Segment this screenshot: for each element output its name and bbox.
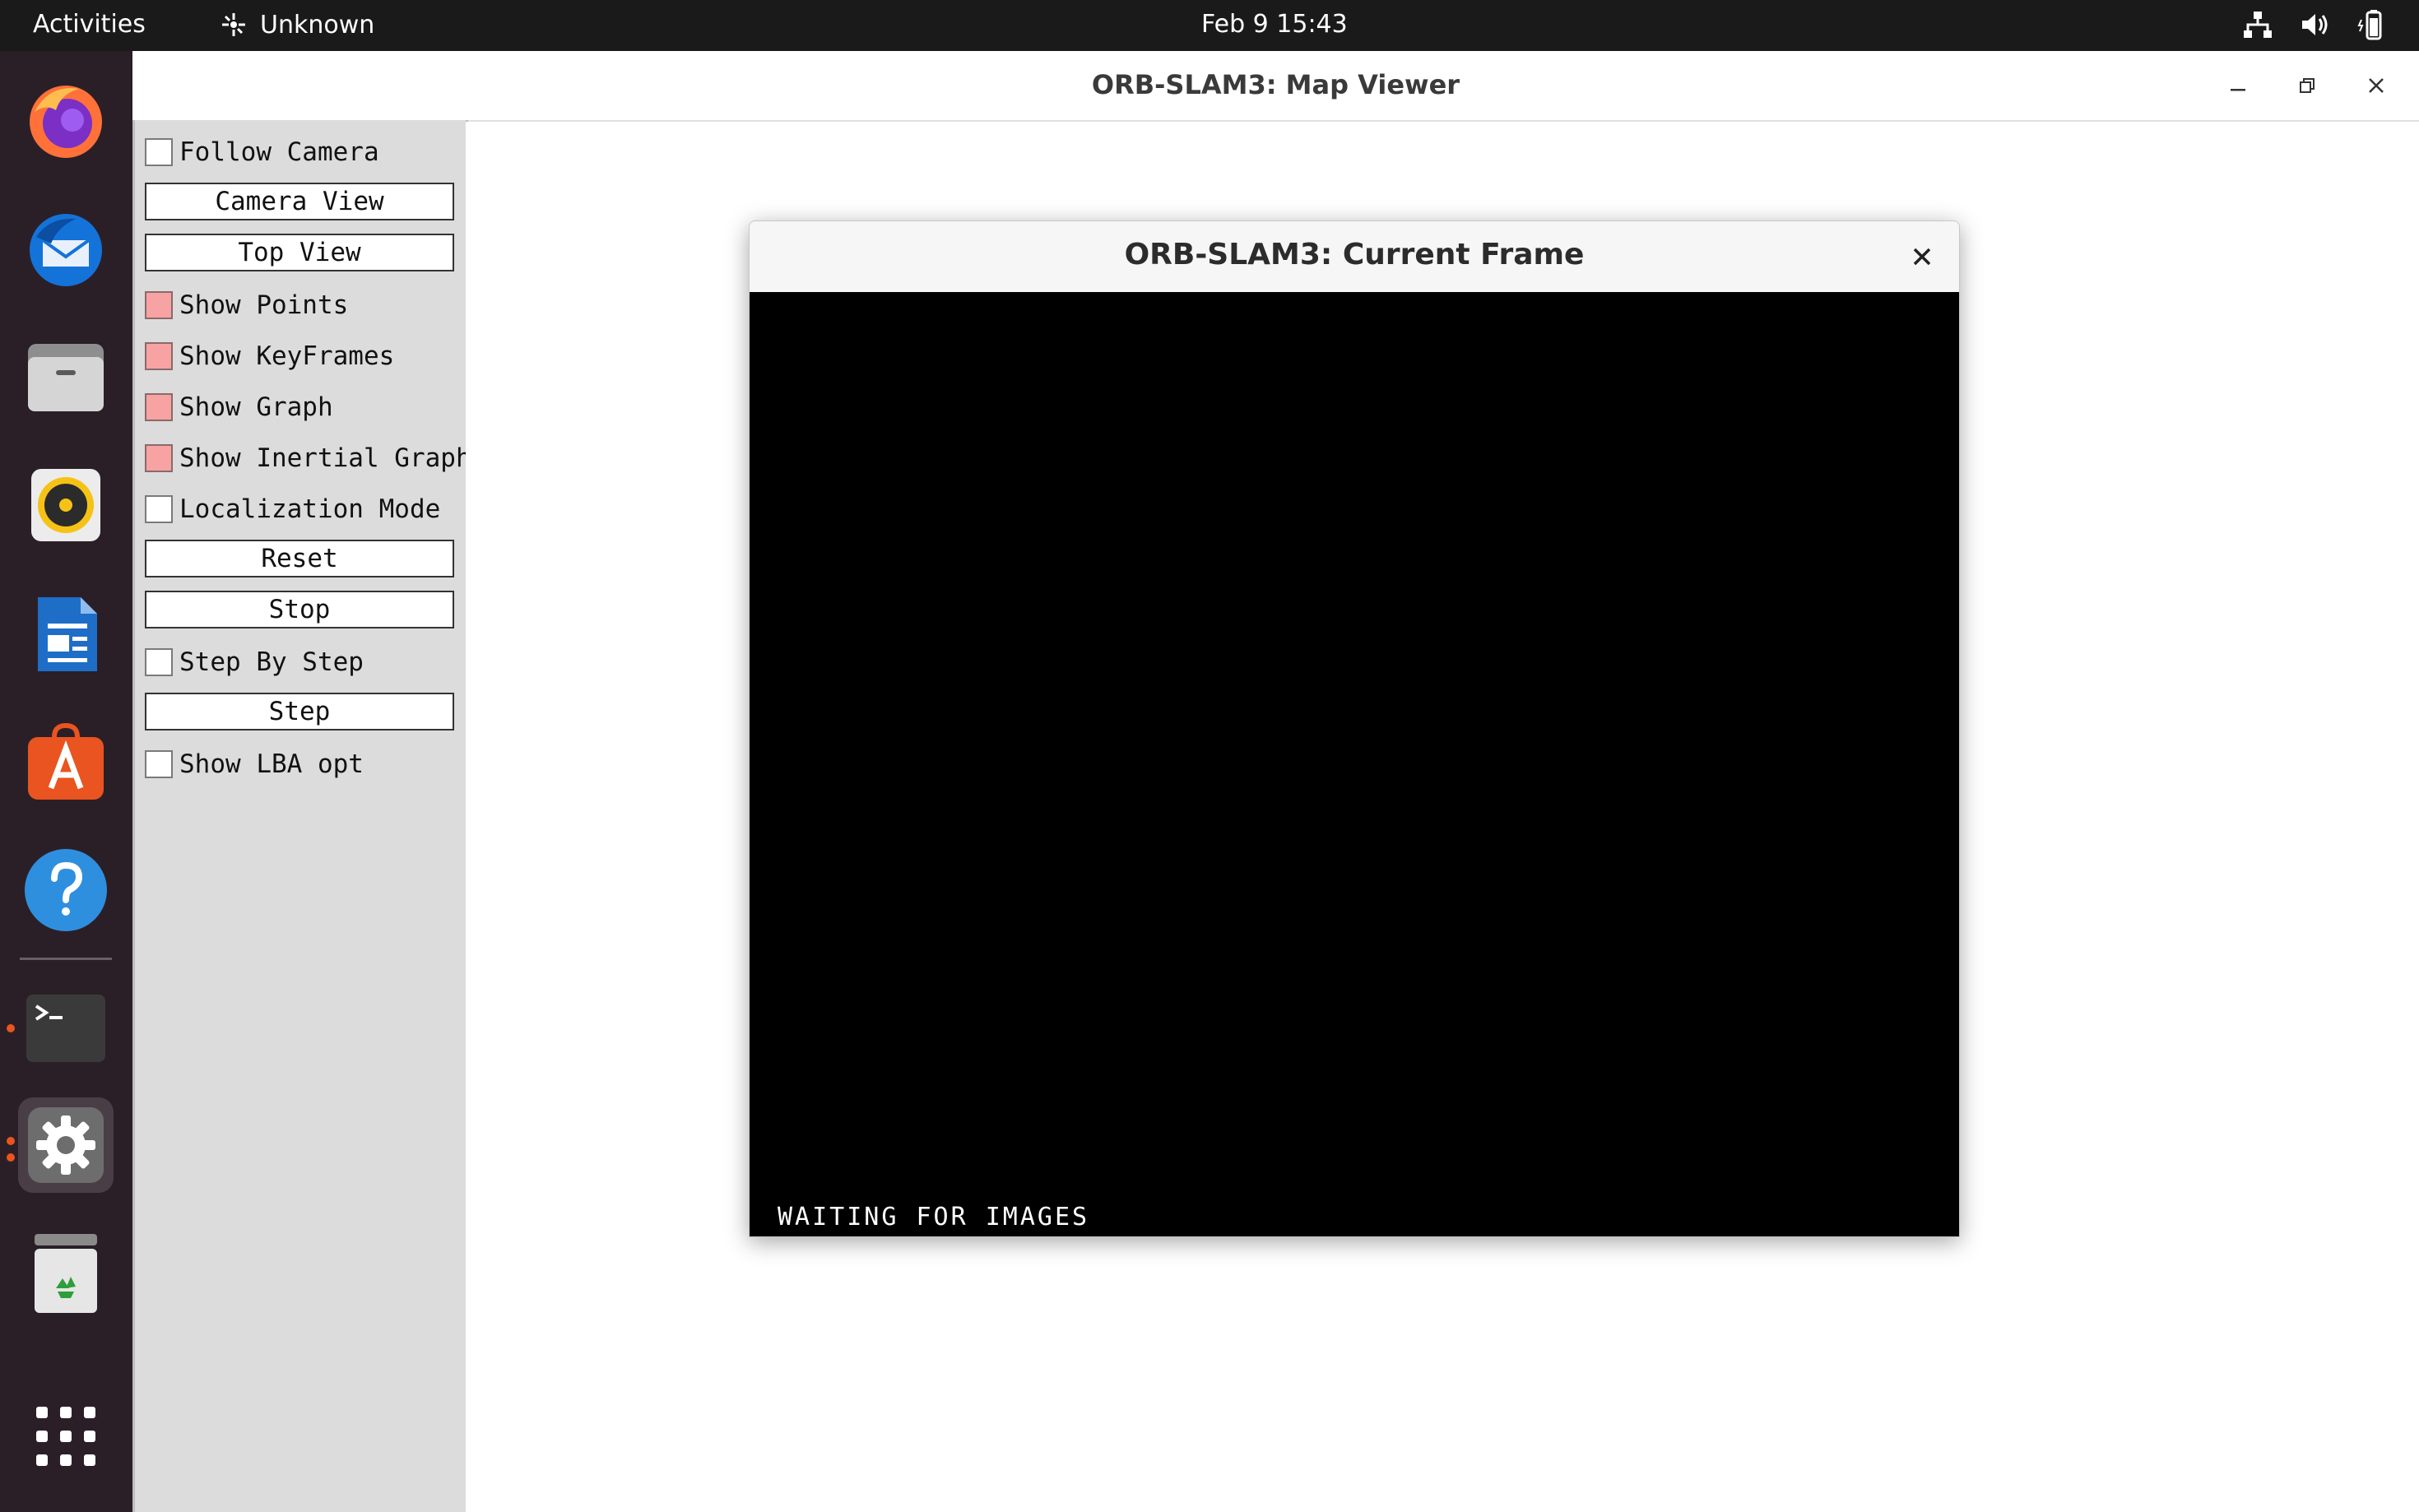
- step-button[interactable]: Step: [145, 693, 454, 730]
- dock-trash[interactable]: [18, 1226, 114, 1321]
- control-panel: Follow Camera Camera View Top View Show …: [132, 120, 471, 1512]
- show-apps-icon: [36, 1407, 95, 1466]
- volume-icon: [2302, 14, 2328, 35]
- rhythmbox-icon: [31, 469, 100, 541]
- thunderbird-icon: [30, 214, 102, 286]
- maximize-button[interactable]: [2289, 67, 2325, 104]
- settings-running-indicator-2: [7, 1153, 15, 1162]
- show-keyframes-label: Show KeyFrames: [179, 341, 395, 371]
- stop-button[interactable]: Stop: [145, 591, 454, 628]
- localization-mode-checkbox[interactable]: Localization Mode: [145, 490, 440, 528]
- dock-help[interactable]: [18, 842, 114, 938]
- current-frame-titlebar[interactable]: ORB-SLAM3: Current Frame: [750, 221, 1959, 293]
- camera-view-button[interactable]: Camera View: [145, 183, 454, 220]
- show-lba-opt-label: Show LBA opt: [179, 749, 364, 779]
- show-keyframes-box[interactable]: [145, 342, 173, 370]
- system-tray[interactable]: [2241, 8, 2389, 41]
- dock-settings[interactable]: [18, 1097, 114, 1193]
- close-icon: [2369, 78, 2384, 93]
- app-menu-icon: [222, 13, 245, 36]
- show-inertial-graph-label: Show Inertial Graph: [179, 443, 471, 473]
- dock-files[interactable]: [18, 329, 114, 424]
- dock-app-center[interactable]: [18, 714, 114, 809]
- minimize-button[interactable]: [2220, 67, 2256, 104]
- step-by-step-box[interactable]: [145, 648, 173, 676]
- show-inertial-graph-checkbox[interactable]: Show Inertial Graph: [145, 439, 471, 477]
- show-graph-box[interactable]: [145, 393, 173, 421]
- step-by-step-label: Step By Step: [179, 647, 364, 677]
- app-menu[interactable]: Unknown: [219, 10, 374, 39]
- current-frame-window: ORB-SLAM3: Current Frame WAITING FOR IMA…: [749, 220, 1960, 1237]
- show-lba-opt-box[interactable]: [145, 750, 173, 778]
- network-icon: [2244, 12, 2272, 38]
- show-lba-opt-checkbox[interactable]: Show LBA opt: [145, 745, 364, 783]
- battery-icon: [2357, 10, 2382, 40]
- minimize-icon: [2231, 89, 2245, 91]
- dock-firefox[interactable]: [18, 72, 114, 168]
- settings-icon: [28, 1107, 104, 1183]
- dock-thunderbird[interactable]: [18, 201, 114, 296]
- close-icon: [1913, 248, 1931, 266]
- restore-icon: [2300, 78, 2315, 93]
- activities-button[interactable]: Activities: [33, 10, 146, 39]
- show-points-box[interactable]: [145, 291, 173, 319]
- dock-separator: [20, 958, 112, 960]
- show-points-checkbox[interactable]: Show Points: [145, 286, 348, 324]
- window-controls: [2220, 67, 2394, 104]
- localization-mode-label: Localization Mode: [179, 494, 441, 524]
- dock-terminal[interactable]: [18, 981, 114, 1076]
- window-title: ORB-SLAM3: Map Viewer: [1091, 69, 1460, 100]
- current-frame-image: WAITING FOR IMAGES: [750, 292, 1959, 1236]
- top-view-button[interactable]: Top View: [145, 234, 454, 271]
- clock[interactable]: Feb 9 15:43: [1201, 10, 1348, 39]
- files-icon: [28, 344, 104, 411]
- localization-mode-box[interactable]: [145, 495, 173, 523]
- settings-running-indicator-1: [7, 1137, 15, 1145]
- help-icon: [25, 849, 107, 931]
- show-inertial-graph-box[interactable]: [145, 444, 173, 472]
- top-bar: Activities Unknown Feb 9 15:43: [0, 0, 2419, 51]
- window-titlebar[interactable]: ORB-SLAM3: Map Viewer: [132, 51, 2419, 122]
- app-center-icon: [28, 722, 104, 800]
- show-graph-checkbox[interactable]: Show Graph: [145, 388, 333, 426]
- terminal-icon: [26, 995, 105, 1062]
- follow-camera-label: Follow Camera: [179, 137, 379, 167]
- firefox-icon: [30, 86, 102, 158]
- trash-icon: [35, 1234, 97, 1313]
- dock: [0, 51, 132, 1512]
- waiting-status: WAITING FOR IMAGES: [778, 1203, 1090, 1231]
- reset-button[interactable]: Reset: [145, 540, 454, 577]
- current-frame-title: ORB-SLAM3: Current Frame: [1124, 238, 1585, 271]
- step-by-step-checkbox[interactable]: Step By Step: [145, 643, 364, 681]
- current-frame-close-button[interactable]: [1905, 239, 1939, 274]
- libreoffice-writer-icon: [38, 597, 97, 671]
- dock-writer[interactable]: [18, 586, 114, 681]
- dock-rhythmbox[interactable]: [18, 457, 114, 553]
- follow-camera-box[interactable]: [145, 138, 173, 166]
- show-keyframes-checkbox[interactable]: Show KeyFrames: [145, 337, 394, 375]
- follow-camera-checkbox[interactable]: Follow Camera: [145, 133, 379, 171]
- close-button[interactable]: [2358, 67, 2394, 104]
- dock-show-apps[interactable]: [18, 1389, 114, 1484]
- show-graph-label: Show Graph: [179, 392, 333, 422]
- app-menu-label: Unknown: [260, 10, 375, 39]
- show-points-label: Show Points: [179, 290, 349, 320]
- terminal-running-indicator: [7, 1024, 15, 1032]
